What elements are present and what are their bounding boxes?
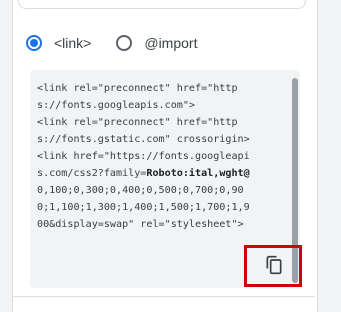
previous-card-edge <box>18 0 306 9</box>
import-radio-option[interactable]: @import <box>116 35 197 51</box>
bottom-divider <box>13 296 315 297</box>
code-line-2: s://fonts.googleapis.com"> <box>37 100 196 111</box>
import-radio-button[interactable] <box>116 35 133 51</box>
font-family-highlight: Roboto:ital,wght@ <box>146 168 250 179</box>
copy-icon <box>266 255 282 275</box>
code-snippet: <link rel="preconnect" href="http s://fo… <box>37 80 273 233</box>
code-line-7: 0,100;0,300;0,400;0,500;0,700;0,90 <box>37 185 244 196</box>
code-line-6: s.com/css2?family= <box>37 168 147 179</box>
link-radio-label: <link> <box>54 35 92 51</box>
link-radio-button[interactable] <box>26 35 42 51</box>
code-line-1: <link rel="preconnect" href="http <box>37 83 238 94</box>
code-line-9: 00&display=swap" rel="stylesheet"> <box>37 219 244 230</box>
link-radio-option[interactable]: <link> <box>26 35 91 51</box>
copy-button[interactable] <box>260 251 288 279</box>
code-line-3: <link rel="preconnect" href="http <box>37 117 238 128</box>
import-radio-label: @import <box>144 35 198 51</box>
embed-type-selector: <link> @import <box>26 29 197 57</box>
code-line-4: s://fonts.gstatic.com" crossorigin> <box>37 134 250 145</box>
code-line-5: <link href="https://fonts.googleapi <box>37 151 250 162</box>
code-line-8: 0;1,100;1,300;1,400;1,500;1,700;1,9 <box>37 202 250 213</box>
